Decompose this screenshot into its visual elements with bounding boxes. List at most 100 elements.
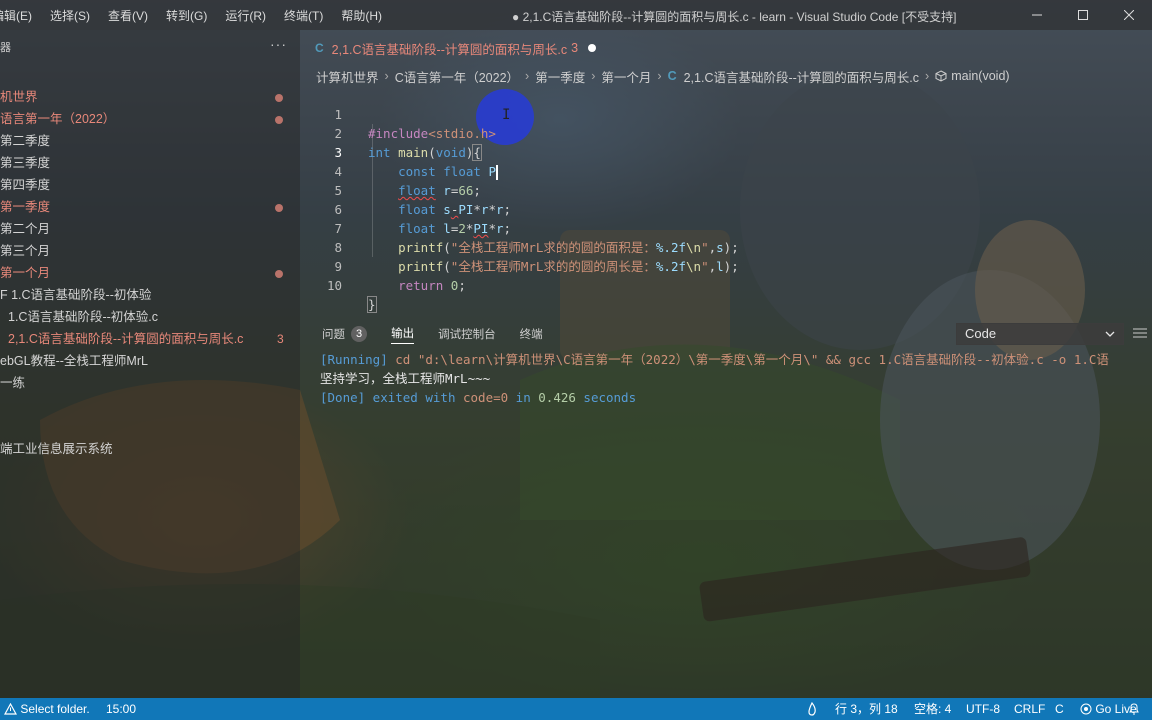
menu-edit[interactable]: 编辑(E) — [0, 7, 41, 24]
tree-item-folder[interactable]: 语言第一年（2022） — [0, 108, 115, 130]
problems-badge: 3 — [351, 326, 368, 342]
status-language[interactable]: C — [1055, 698, 1064, 720]
output-done-tag: [Done] — [320, 390, 366, 405]
minimize-button[interactable] — [1014, 0, 1060, 30]
tree-item-folder[interactable]: 第三季度 — [0, 152, 50, 174]
status-encoding[interactable]: UTF-8 — [966, 698, 1000, 720]
tab-terminal[interactable]: 终端 — [520, 326, 543, 342]
menu-help[interactable]: 帮助(H) — [332, 7, 391, 24]
explorer-header: 器 — [0, 42, 11, 54]
code-line: 7 printf("全栈工程师MrL求的的圆的面积是：%.2f\n",s); — [300, 200, 1152, 255]
tree-item-label: 第四季度 — [0, 178, 51, 192]
output-text: seconds — [575, 390, 637, 405]
minimize-icon — [1032, 14, 1042, 16]
output-channel-value: Code — [965, 326, 997, 341]
code-line: 2 int main(void){ — [300, 105, 1152, 161]
tree-item-file[interactable]: 1.C语言基础阶段--初体验.c — [8, 306, 158, 328]
notifications-bell-icon[interactable] — [1128, 698, 1140, 720]
flame-icon[interactable] — [806, 698, 818, 720]
tab-label: 2,1.C语言基础阶段--计算圆的面积与周长.c — [331, 42, 568, 57]
close-icon — [1124, 10, 1134, 20]
code-line: 10 } — [300, 257, 1152, 313]
tree-item-folder[interactable]: 第三个月 — [0, 240, 50, 262]
tree-item-label: 语言第一年（2022） — [0, 112, 116, 126]
modified-dot — [275, 94, 283, 102]
tree-item-folder[interactable]: 第一个月 — [0, 262, 50, 284]
tree-item-label: 第三季度 — [0, 156, 51, 170]
output-time: 0.426 — [538, 390, 576, 405]
c-file-icon: C — [315, 41, 324, 55]
title-bar: 编辑(E) 选择(S) 查看(V) 转到(G) 运行(R) 终端(T) 帮助(H… — [0, 0, 1152, 30]
tree-item-folder[interactable]: 第四季度 — [0, 174, 50, 196]
tree-item-file[interactable]: F 1.C语言基础阶段--初体验 — [0, 284, 151, 306]
menu-go[interactable]: 转到(G) — [157, 7, 216, 24]
status-indentation[interactable]: 空格: 4 — [914, 698, 951, 720]
unsaved-dot-icon[interactable] — [588, 44, 597, 52]
status-eol[interactable]: CRLF — [1014, 698, 1045, 720]
line-number: 10 — [326, 278, 342, 293]
output-channel-select[interactable]: Code — [956, 323, 1124, 345]
breadcrumb-item[interactable]: 计算机世界 — [316, 67, 379, 86]
tab-problems[interactable]: 问题 3 — [322, 326, 368, 342]
tree-item-folder[interactable]: 第二季度 — [0, 130, 50, 152]
tab-label: 问题 — [322, 329, 345, 341]
code-line: 1 #include<stdio.h> — [300, 86, 1152, 141]
tree-item-folder[interactable]: ebGL教程--全栈工程师MrL — [0, 350, 148, 372]
token: return — [398, 278, 444, 293]
tab-output[interactable]: 输出 — [391, 325, 415, 344]
mouse-ibeam-icon: I — [502, 107, 511, 123]
maximize-button[interactable] — [1060, 0, 1106, 30]
window-title: ● 2,1.C语言基础阶段--计算圆的面积与周长.c - learn - Vis… — [512, 10, 957, 24]
chevron-right-icon: › — [591, 69, 596, 83]
tree-item-folder[interactable]: 机世界 — [0, 86, 38, 108]
menu-selection[interactable]: 选择(S) — [41, 7, 99, 24]
modified-dot — [275, 204, 283, 212]
menu-view[interactable]: 查看(V) — [99, 7, 157, 24]
tree-item-file-active[interactable]: 2,1.C语言基础阶段--计算圆的面积与周长.c — [8, 328, 243, 350]
status-cursor-position[interactable]: 行 3，列 18 — [835, 698, 898, 720]
tree-item-label: 第三个月 — [0, 244, 51, 258]
broadcast-icon — [1080, 703, 1092, 715]
output-exit-code: code=0 — [463, 390, 509, 405]
code-line: 6 float l=2*PI*r; — [300, 181, 1152, 236]
menu-run[interactable]: 运行(R) — [216, 7, 275, 24]
tree-item-folder[interactable]: 第一季度 — [0, 196, 50, 218]
menu-terminal[interactable]: 终端(T) — [275, 7, 332, 24]
status-folder-label: Select folder. — [20, 702, 90, 716]
code-line: 5 float s-PI*r*r; — [300, 162, 1152, 217]
panel-tabs: 问题 3 输出 调试控制台 终端 — [322, 324, 567, 344]
breadcrumb-file[interactable]: 2,1.C语言基础阶段--计算圆的面积与周长.c — [684, 67, 919, 86]
tree-item-folder[interactable]: 一练 — [0, 372, 25, 394]
output-text: in — [508, 390, 539, 405]
chevron-right-icon: › — [384, 69, 389, 83]
token: } — [367, 296, 377, 313]
list-filter-icon[interactable] — [1132, 326, 1148, 340]
tree-item-label: 2,1.C语言基础阶段--计算圆的面积与周长.c — [8, 332, 244, 346]
warning-icon — [3, 702, 18, 715]
close-button[interactable] — [1106, 0, 1152, 30]
status-bar: Select folder. 15:00 行 3，列 18 空格: 4 UTF-… — [0, 698, 1152, 720]
window-controls — [1014, 0, 1152, 30]
editor-tab[interactable]: C 2,1.C语言基础阶段--计算圆的面积与周长.c 3 — [300, 34, 597, 62]
maximize-icon — [1078, 10, 1088, 20]
output-command: cd "d:\learn\计算机世界\C语言第一年（2022）\第一季度\第一个… — [387, 352, 1109, 367]
menu-bar: 编辑(E) 选择(S) 查看(V) 转到(G) 运行(R) 终端(T) 帮助(H… — [0, 0, 391, 30]
tree-item-folder[interactable]: 端工业信息展示系统 — [0, 438, 113, 460]
status-folder[interactable]: Select folder. — [3, 698, 90, 720]
tree-item-label: F 1.C语言基础阶段--初体验 — [0, 288, 152, 302]
output-running-tag: [Running] — [320, 352, 388, 367]
tree-item-folder[interactable]: 第二个月 — [0, 218, 50, 240]
tree-item-label: 第二个月 — [0, 222, 51, 236]
tree-item-label: 第一季度 — [0, 200, 51, 214]
bell-icon — [1129, 703, 1139, 715]
breadcrumb-item[interactable]: 第一个月 — [601, 67, 651, 86]
breadcrumb-item[interactable]: C语言第一年（2022） — [395, 67, 519, 86]
tab-debug-console[interactable]: 调试控制台 — [438, 326, 496, 342]
tree-item-label: ebGL教程--全栈工程师MrL — [0, 354, 148, 368]
breadcrumb-symbol[interactable]: main(void) — [951, 69, 1009, 83]
more-actions-icon[interactable]: ··· — [270, 36, 287, 52]
symbol-method-icon — [935, 70, 947, 82]
breadcrumb-item[interactable]: 第一季度 — [535, 67, 585, 86]
tree-item-label: 第二季度 — [0, 134, 51, 148]
chevron-right-icon: › — [657, 69, 662, 83]
